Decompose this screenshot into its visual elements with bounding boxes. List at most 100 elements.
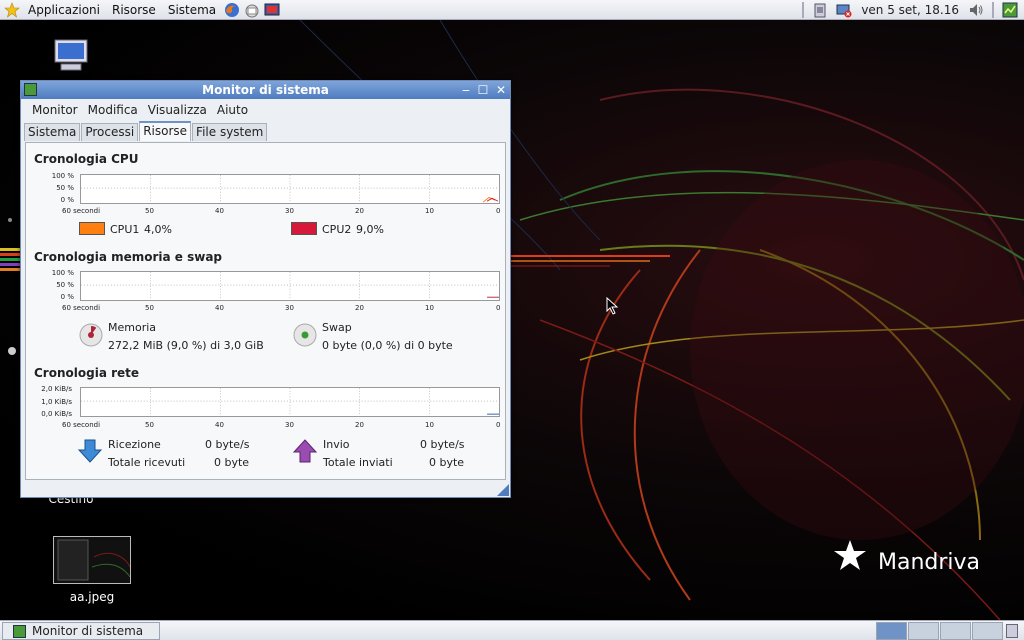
memory-pie-icon[interactable]	[79, 323, 103, 347]
network-xtick: 0	[496, 421, 501, 429]
desktop-icon-image-file[interactable]: aa.jpeg	[44, 536, 140, 604]
menu-sistema[interactable]: Sistema	[162, 0, 222, 20]
cpu-xtick: 40	[215, 207, 224, 215]
menu-risorse[interactable]: Risorse	[106, 0, 162, 20]
menu-aiuto[interactable]: Aiuto	[212, 103, 253, 117]
window-title: Monitor di sistema	[202, 83, 329, 97]
memory-xtick: 0	[496, 304, 501, 312]
receive-label: Ricezione	[108, 438, 161, 451]
network-xtick: 40	[215, 421, 224, 429]
clipboard-icon[interactable]	[812, 2, 828, 18]
taskbar-button-system-monitor[interactable]: Monitor di sistema	[2, 622, 160, 640]
network-xtick: 20	[355, 421, 364, 429]
memory-xtick: 30	[285, 304, 294, 312]
window-titlebar[interactable]: Monitor di sistema ‒ ☐ ✕	[21, 81, 510, 99]
menu-visualizza[interactable]: Visualizza	[143, 103, 212, 117]
network-history-title: Cronologia rete	[34, 366, 140, 380]
cpu2-value: 9,0%	[356, 223, 384, 236]
cpu2-color-swatch[interactable]	[291, 222, 317, 235]
tray-separator-icon	[992, 2, 994, 18]
memory-xtick: 60 secondi	[62, 304, 101, 312]
receive-value: 0 byte/s	[205, 438, 250, 451]
memory-ytick: 100 %	[51, 269, 74, 277]
top-panel: Applicazioni Risorse Sistema ven 5 set, …	[0, 0, 1024, 20]
cpu1-color-swatch[interactable]	[79, 222, 105, 235]
memory-ytick: 50 %	[56, 281, 74, 289]
cpu-xtick: 0	[496, 207, 501, 215]
tab-risorse[interactable]: Risorse	[139, 121, 192, 141]
task-app-icon	[13, 624, 26, 638]
system-monitor-window: Monitor di sistema ‒ ☐ ✕ Monitor Modific…	[20, 80, 511, 498]
resize-grip-icon[interactable]	[495, 482, 509, 496]
trash-applet-icon[interactable]	[1006, 624, 1018, 638]
computer-icon	[54, 39, 88, 71]
menu-modifica[interactable]: Modifica	[83, 103, 143, 117]
memory-value: 272,2 MiB (9,0 %) di 3,0 GiB	[108, 339, 264, 352]
clock[interactable]: ven 5 set, 18.16	[858, 3, 962, 17]
mouse-cursor-icon	[606, 297, 619, 315]
task-label: Monitor di sistema	[32, 624, 144, 638]
network-ytick: 2,0 KiB/s	[41, 385, 72, 393]
receive-total-value: 0 byte	[214, 456, 250, 469]
desktop-icon-computer[interactable]	[48, 36, 94, 79]
cpu-history-title: Cronologia CPU	[34, 152, 139, 166]
workspace-2[interactable]	[908, 622, 939, 640]
window-menubar: Monitor Modifica Visualizza Aiuto	[21, 99, 510, 121]
tab-bar: Sistema Processi Risorse File system	[21, 121, 510, 141]
receive-arrow-icon[interactable]	[77, 438, 103, 464]
receive-total-label: Totale ricevuti	[108, 456, 186, 469]
image-file-icon	[53, 536, 131, 584]
firefox-launcher-icon[interactable]	[224, 2, 240, 18]
cpu-ytick: 50 %	[56, 184, 74, 192]
memory-history-title: Cronologia memoria e swap	[34, 250, 223, 264]
tray-separator-icon	[802, 2, 805, 18]
mail-launcher-icon[interactable]	[244, 2, 260, 18]
cpu-xtick: 20	[355, 207, 364, 215]
memory-xtick: 40	[215, 304, 224, 312]
network-xtick: 60 secondi	[62, 421, 101, 429]
network-status-icon[interactable]	[836, 2, 852, 18]
memory-xtick: 20	[355, 304, 364, 312]
cpu-xtick: 50	[145, 207, 154, 215]
close-button[interactable]: ✕	[494, 83, 508, 97]
network-history-graph	[80, 387, 500, 417]
cpu-history-graph	[80, 174, 500, 204]
network-ytick: 1,0 KiB/s	[41, 398, 72, 406]
volume-icon[interactable]	[968, 2, 984, 18]
memory-xtick: 10	[425, 304, 434, 312]
send-total-value: 0 byte	[429, 456, 465, 469]
tab-sistema[interactable]: Sistema	[24, 123, 81, 141]
bottom-panel: Monitor di sistema	[0, 620, 1024, 640]
resources-panel: Cronologia CPU 100 % 50 % 0 % 60 secondi…	[25, 142, 506, 480]
workspace-3[interactable]	[940, 622, 971, 640]
menu-monitor[interactable]: Monitor	[27, 103, 83, 117]
maximize-button[interactable]: ☐	[476, 83, 490, 97]
workspace-4[interactable]	[972, 622, 1003, 640]
tab-processi[interactable]: Processi	[81, 123, 139, 141]
cpu-xtick: 30	[285, 207, 294, 215]
workspace-1[interactable]	[876, 622, 907, 640]
memory-ytick: 0 %	[60, 293, 74, 301]
send-arrow-icon[interactable]	[292, 438, 318, 464]
cpu-xtick: 10	[425, 207, 434, 215]
cpu-ytick: 100 %	[51, 172, 74, 180]
system-monitor-tray-icon[interactable]	[1002, 2, 1018, 18]
network-xtick: 30	[285, 421, 294, 429]
network-ytick: 0,0 KiB/s	[41, 410, 72, 418]
cpu2-label: CPU2	[322, 223, 352, 236]
star-menu-icon[interactable]	[4, 1, 20, 18]
swap-pie-icon[interactable]	[293, 323, 317, 347]
network-xtick: 50	[145, 421, 154, 429]
memory-history-graph	[80, 271, 500, 301]
cpu1-label: CPU1	[110, 223, 140, 236]
cpu1-value: 4,0%	[144, 223, 172, 236]
menu-applicazioni[interactable]: Applicazioni	[22, 0, 106, 20]
mandriva-star-icon	[834, 540, 866, 570]
network-xtick: 10	[425, 421, 434, 429]
swap-label: Swap	[322, 321, 352, 334]
memory-label: Memoria	[108, 321, 157, 334]
terminal-launcher-icon[interactable]	[264, 2, 280, 18]
tab-file-system[interactable]: File system	[192, 123, 268, 141]
send-total-label: Totale inviati	[323, 456, 393, 469]
minimize-button[interactable]: ‒	[459, 83, 473, 97]
